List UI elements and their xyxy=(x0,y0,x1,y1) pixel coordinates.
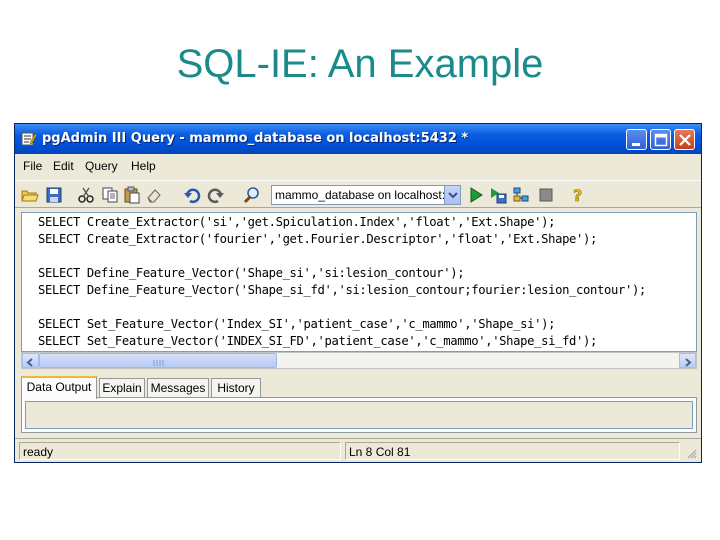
database-select[interactable]: mammo_database on localhost:5432 xyxy=(271,185,461,205)
code-line: SELECT Define_Feature_Vector('Shape_si_f… xyxy=(38,283,646,297)
undo-icon[interactable] xyxy=(183,186,201,204)
tab-explain[interactable]: Explain xyxy=(99,378,145,398)
minimize-icon xyxy=(632,143,640,146)
tab-data-output[interactable]: Data Output xyxy=(21,376,97,399)
maximize-icon xyxy=(654,133,668,147)
pgadmin-app-icon xyxy=(21,131,37,147)
copy-icon[interactable] xyxy=(101,186,119,204)
window-title: pgAdmin III Query - mammo_database on lo… xyxy=(42,131,469,146)
close-button[interactable] xyxy=(674,129,695,150)
tab-messages[interactable]: Messages xyxy=(147,378,209,398)
execute-icon[interactable] xyxy=(467,186,485,204)
status-bar: ready Ln 8 Col 81 xyxy=(15,438,701,462)
database-select-value: mammo_database on localhost:5432 xyxy=(275,188,461,202)
tab-history[interactable]: History xyxy=(211,378,261,398)
scrollbar-thumb[interactable] xyxy=(39,353,277,368)
data-output-grid[interactable] xyxy=(25,401,693,429)
chevron-right-icon xyxy=(685,358,692,367)
save-icon[interactable] xyxy=(45,186,63,204)
chevron-left-icon xyxy=(26,358,33,367)
find-icon[interactable] xyxy=(243,186,261,204)
data-output-panel xyxy=(21,397,697,433)
code-line: SELECT Create_Extractor('si','get.Spicul… xyxy=(38,215,556,229)
chevron-down-icon[interactable] xyxy=(444,186,460,204)
help-icon[interactable]: ? xyxy=(569,186,587,206)
query-window: pgAdmin III Query - mammo_database on lo… xyxy=(14,123,702,463)
code-line: SELECT Set_Feature_Vector('INDEX_SI_FD',… xyxy=(38,334,598,348)
window-titlebar[interactable]: pgAdmin III Query - mammo_database on lo… xyxy=(15,124,701,154)
execute-to-file-icon[interactable] xyxy=(489,186,507,204)
resize-grip-icon[interactable] xyxy=(685,447,697,462)
status-state: ready xyxy=(19,442,341,460)
open-icon[interactable] xyxy=(21,186,39,204)
menu-bar: File Edit Query Help xyxy=(15,156,701,176)
svg-text:?: ? xyxy=(573,186,582,204)
paste-icon[interactable] xyxy=(123,186,141,204)
close-icon xyxy=(679,134,691,146)
output-tabs: Data Output Explain Messages History xyxy=(21,376,697,399)
code-line: SELECT Set_Feature_Vector('Index_SI','pa… xyxy=(38,317,556,331)
redo-icon[interactable] xyxy=(207,186,225,204)
code-line: SELECT Create_Extractor('fourier','get.F… xyxy=(38,232,598,246)
menu-help[interactable]: Help xyxy=(131,159,156,173)
minimize-button[interactable] xyxy=(626,129,647,150)
toolbar: mammo_database on localhost:5432 ? xyxy=(15,180,701,208)
cancel-icon[interactable] xyxy=(537,186,555,204)
code-line: SELECT Define_Feature_Vector('Shape_si',… xyxy=(38,266,465,280)
cut-icon[interactable] xyxy=(77,186,95,204)
status-position: Ln 8 Col 81 xyxy=(345,442,680,460)
menu-query[interactable]: Query xyxy=(85,159,118,173)
maximize-button[interactable] xyxy=(650,129,671,150)
menu-file[interactable]: File xyxy=(23,159,42,173)
menu-edit[interactable]: Edit xyxy=(53,159,74,173)
sql-editor[interactable]: SELECT Create_Extractor('si','get.Spicul… xyxy=(21,212,697,352)
slide-title: SQL-IE: An Example xyxy=(176,42,544,86)
editor-horizontal-scrollbar[interactable] xyxy=(21,352,697,369)
explain-icon[interactable] xyxy=(512,186,530,204)
scroll-left-button[interactable] xyxy=(22,353,39,368)
clear-icon[interactable] xyxy=(145,186,163,204)
scroll-right-button[interactable] xyxy=(679,353,696,368)
